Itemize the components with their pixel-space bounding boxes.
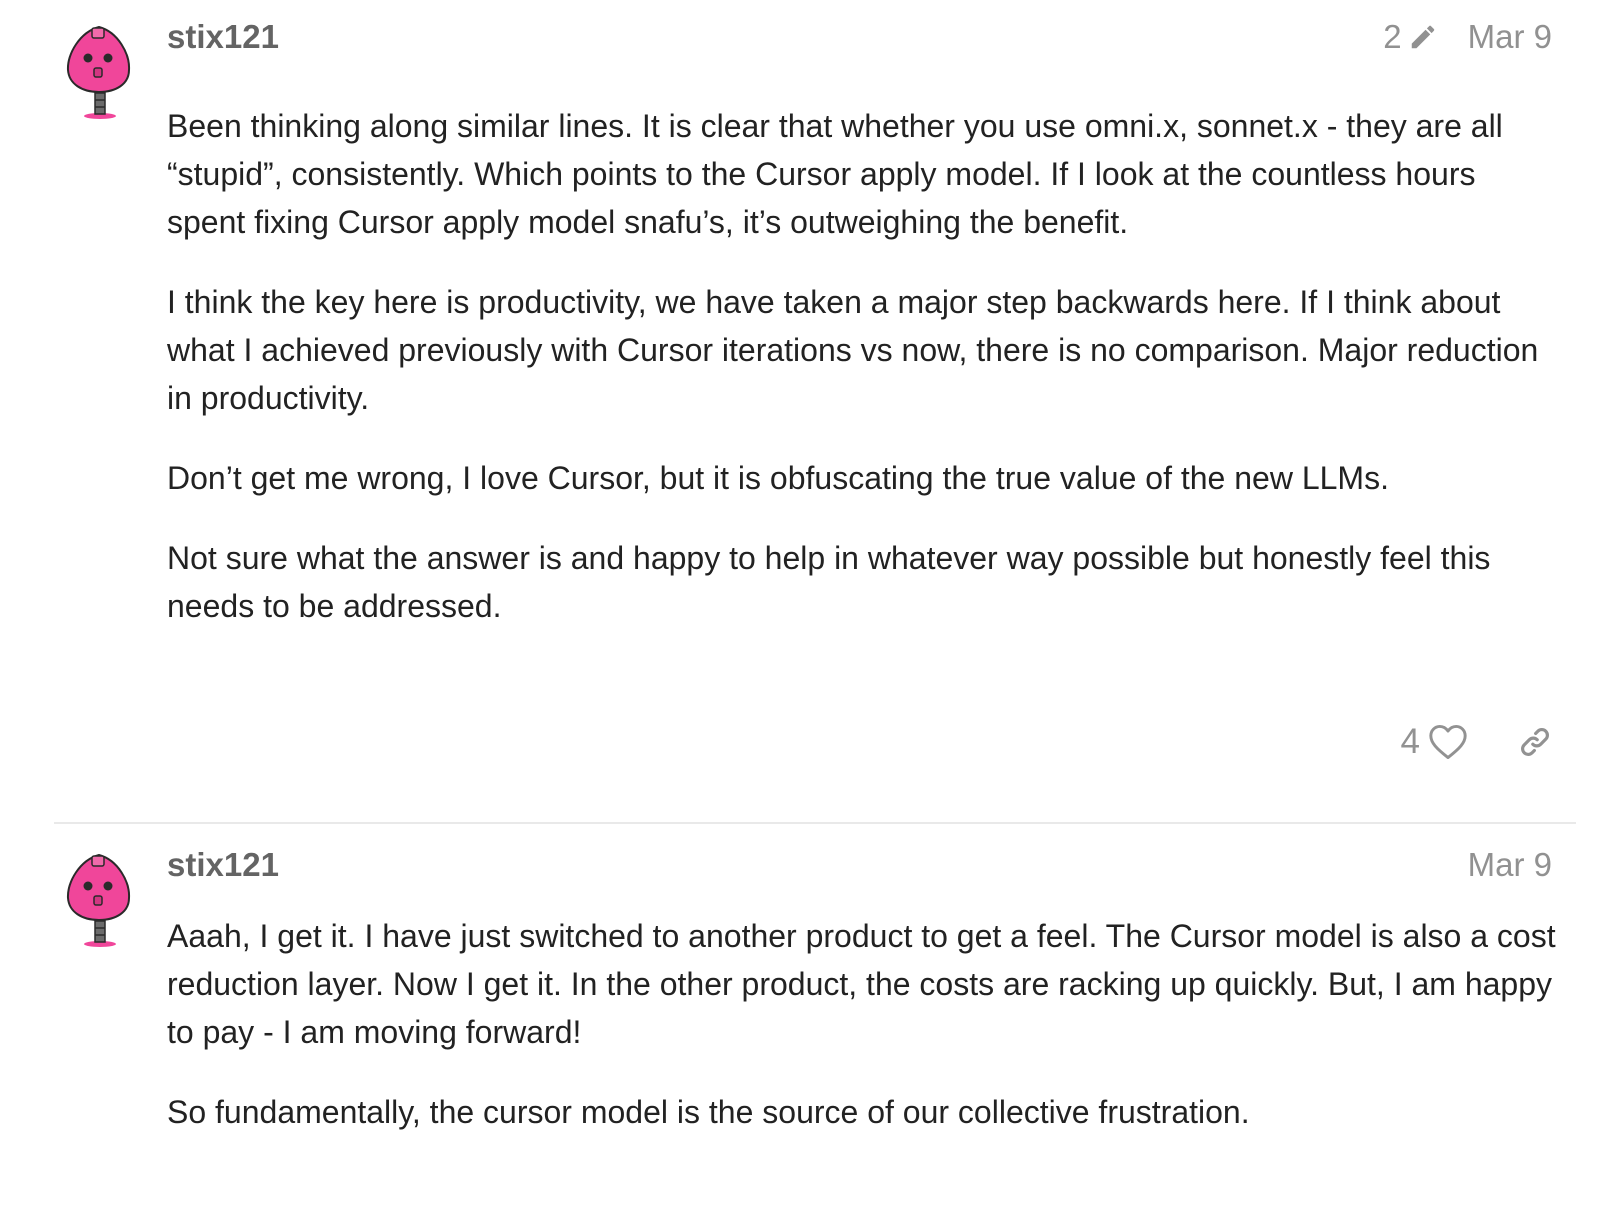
avatar[interactable] (66, 852, 132, 948)
robot-avatar-icon (66, 25, 131, 119)
like-count: 4 (1400, 722, 1420, 761)
edit-history-button[interactable]: 2 (1383, 18, 1437, 56)
post-paragraph: Don’t get me wrong, I love Cursor, but i… (167, 460, 1389, 496)
post-date[interactable]: Mar 9 (1468, 846, 1552, 884)
post-paragraph: I think the key here is productivity, we… (167, 284, 1539, 416)
post-paragraph: Aaah, I get it. I have just switched to … (167, 918, 1556, 1050)
post-paragraph: Not sure what the answer is and happy to… (167, 540, 1491, 624)
pencil-icon (1411, 25, 1434, 49)
share-link-button[interactable] (1516, 723, 1554, 761)
heart-icon (1429, 724, 1467, 760)
post-paragraph: So fundamentally, the cursor model is th… (167, 1094, 1250, 1130)
post-2: stix121 Mar 9 Aaah, I get it. I have jus… (0, 830, 1608, 1220)
like-button[interactable]: 4 (1401, 722, 1468, 762)
avatar[interactable] (66, 24, 132, 120)
post-meta: 2 Mar 9 (1383, 18, 1552, 56)
post-body: Aaah, I get it. I have just switched to … (167, 912, 1557, 1168)
post-1: stix121 2 Mar 9 Been thinking along simi… (0, 0, 1608, 826)
post-meta: Mar 9 (1468, 846, 1552, 884)
post-body: Been thinking along similar lines. It is… (167, 102, 1557, 662)
post-actions: 4 (1401, 722, 1554, 762)
edit-count: 2 (1383, 18, 1402, 55)
robot-avatar-icon (66, 853, 131, 947)
username[interactable]: stix121 (167, 846, 279, 884)
post-paragraph: Been thinking along similar lines. It is… (167, 108, 1503, 240)
post-divider (54, 822, 1576, 824)
link-icon (1521, 728, 1549, 756)
post-date[interactable]: Mar 9 (1468, 18, 1552, 56)
username[interactable]: stix121 (167, 18, 279, 56)
